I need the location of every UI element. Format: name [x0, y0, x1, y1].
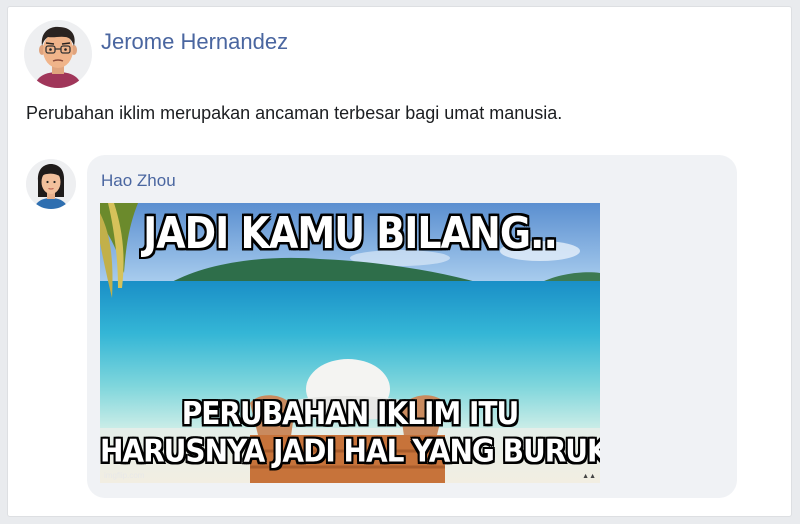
post-card: Jerome Hernandez Perubahan iklim merupak…: [7, 6, 792, 517]
post-author-avatar[interactable]: [24, 20, 92, 88]
comment-bubble: Hao Zhou JADI KAMU BILANG.. PERUBAHAN IK…: [87, 155, 737, 498]
imgflip-watermark: imgflip.com: [104, 471, 145, 480]
post-author-name[interactable]: Jerome Hernandez: [101, 29, 288, 55]
man-avatar-icon: [24, 20, 92, 88]
watermark-logo-icon: ▲▲: [582, 473, 596, 480]
comment-author-name[interactable]: Hao Zhou: [101, 171, 176, 191]
meme-bottom-line-2: HARUSNYA JADI HAL YANG BURUK: [100, 433, 600, 470]
woman-avatar-icon: [26, 159, 76, 209]
meme-bottom-text: PERUBAHAN IKLIM ITU HARUSNYA JADI HAL YA…: [100, 396, 600, 471]
meme-image[interactable]: JADI KAMU BILANG.. PERUBAHAN IKLIM ITU H…: [100, 203, 600, 483]
post-text: Perubahan iklim merupakan ancaman terbes…: [26, 103, 563, 123]
comment-author-avatar[interactable]: [26, 159, 76, 209]
meme-top-text: JADI KAMU BILANG..: [143, 207, 558, 259]
meme-bottom-line-1: PERUBAHAN IKLIM ITU: [181, 395, 519, 432]
